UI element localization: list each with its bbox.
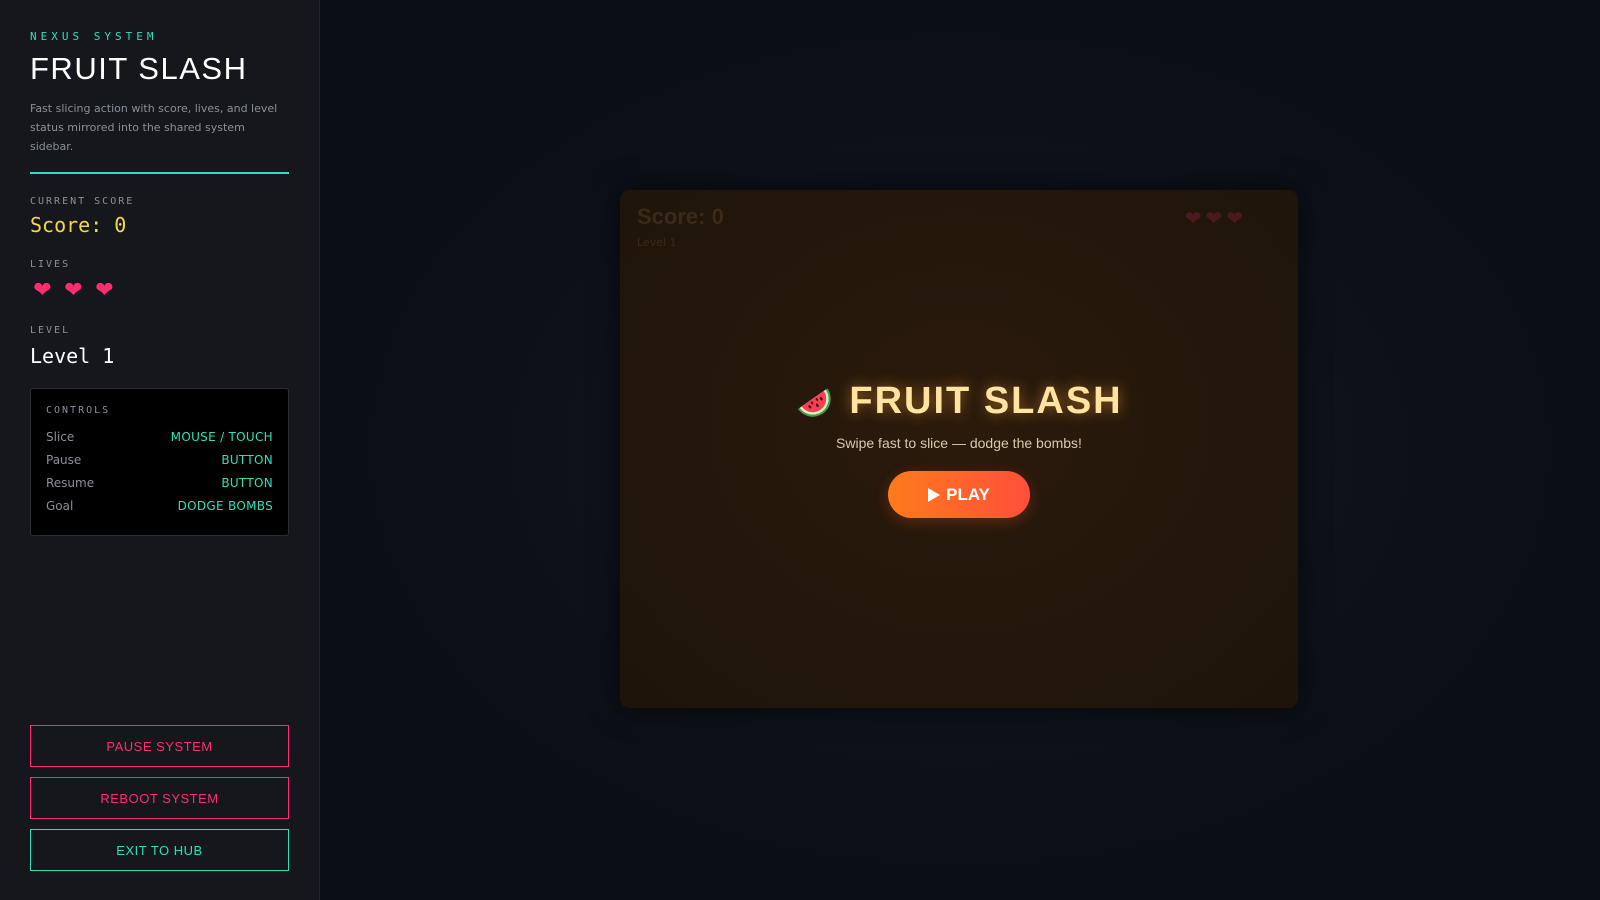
control-key: Goal (46, 498, 74, 513)
pause-system-button[interactable]: PAUSE SYSTEM (30, 725, 289, 767)
hud-heart-icon: ❤ (1184, 206, 1202, 230)
hud-score: Score: 0 (637, 204, 724, 229)
heart-icon: ❤ (33, 277, 52, 303)
controls-panel: CONTROLS Slice MOUSE / TOUCH Pause BUTTO… (30, 388, 289, 536)
overlay-title: FRUIT SLASH (849, 380, 1123, 422)
heart-icon: ❤ (64, 277, 83, 303)
watermelon-icon (798, 387, 832, 417)
control-key: Pause (46, 452, 82, 467)
control-row-slice: Slice MOUSE / TOUCH (46, 425, 273, 448)
start-overlay: FRUIT SLASH Swipe fast to slice — dodge … (620, 380, 1298, 518)
control-row-pause: Pause BUTTON (46, 448, 273, 471)
system-eyebrow: NEXUS SYSTEM (30, 30, 158, 43)
hud-level: Level 1 (637, 236, 677, 249)
level-label: LEVEL (30, 325, 71, 336)
control-row-goal: Goal DODGE BOMBS (46, 494, 273, 517)
control-key: Resume (46, 475, 95, 490)
game-title: FRUIT SLASH (30, 51, 248, 86)
game-description: Fast slicing action with score, lives, a… (30, 102, 278, 153)
sidebar: NEXUS SYSTEM FRUIT SLASH Fast slicing ac… (0, 0, 320, 900)
game-canvas[interactable]: Score: 0 Level 1 ❤ ❤ ❤ FRUIT SLASH Swipe… (620, 190, 1298, 708)
title-divider (30, 172, 289, 174)
main-area: Score: 0 Level 1 ❤ ❤ ❤ FRUIT SLASH Swipe… (320, 0, 1600, 900)
hud-heart-icon: ❤ (1226, 206, 1243, 230)
play-button[interactable]: PLAY (888, 471, 1030, 518)
hud-lives: ❤ ❤ ❤ (1185, 208, 1243, 228)
lives-label: LIVES (30, 259, 71, 270)
overlay-subtitle: Swipe fast to slice — dodge the bombs! (836, 435, 1082, 451)
app-root: NEXUS SYSTEM FRUIT SLASH Fast slicing ac… (0, 0, 1600, 900)
control-value: BUTTON (221, 452, 273, 467)
score-label: CURRENT SCORE (30, 196, 135, 207)
control-value: BUTTON (221, 475, 273, 490)
reboot-system-button[interactable]: REBOOT SYSTEM (30, 777, 289, 819)
play-icon (928, 487, 941, 502)
control-row-resume: Resume BUTTON (46, 471, 273, 494)
overlay-title-row: FRUIT SLASH (795, 380, 1122, 423)
control-key: Slice (46, 429, 75, 444)
score-value: Score: 0 (30, 213, 127, 237)
exit-to-hub-button[interactable]: EXIT TO HUB (30, 829, 289, 871)
control-value: DODGE BOMBS (177, 498, 273, 513)
control-value: MOUSE / TOUCH (170, 429, 273, 444)
lives-display: ❤ ❤ ❤ (30, 278, 289, 303)
system-buttons: PAUSE SYSTEM REBOOT SYSTEM EXIT TO HUB (30, 725, 289, 871)
level-value: Level 1 (30, 344, 115, 368)
hud-heart-icon: ❤ (1205, 206, 1223, 230)
controls-title: CONTROLS (46, 405, 111, 416)
heart-icon: ❤ (95, 277, 114, 303)
play-label: PLAY (946, 484, 990, 504)
